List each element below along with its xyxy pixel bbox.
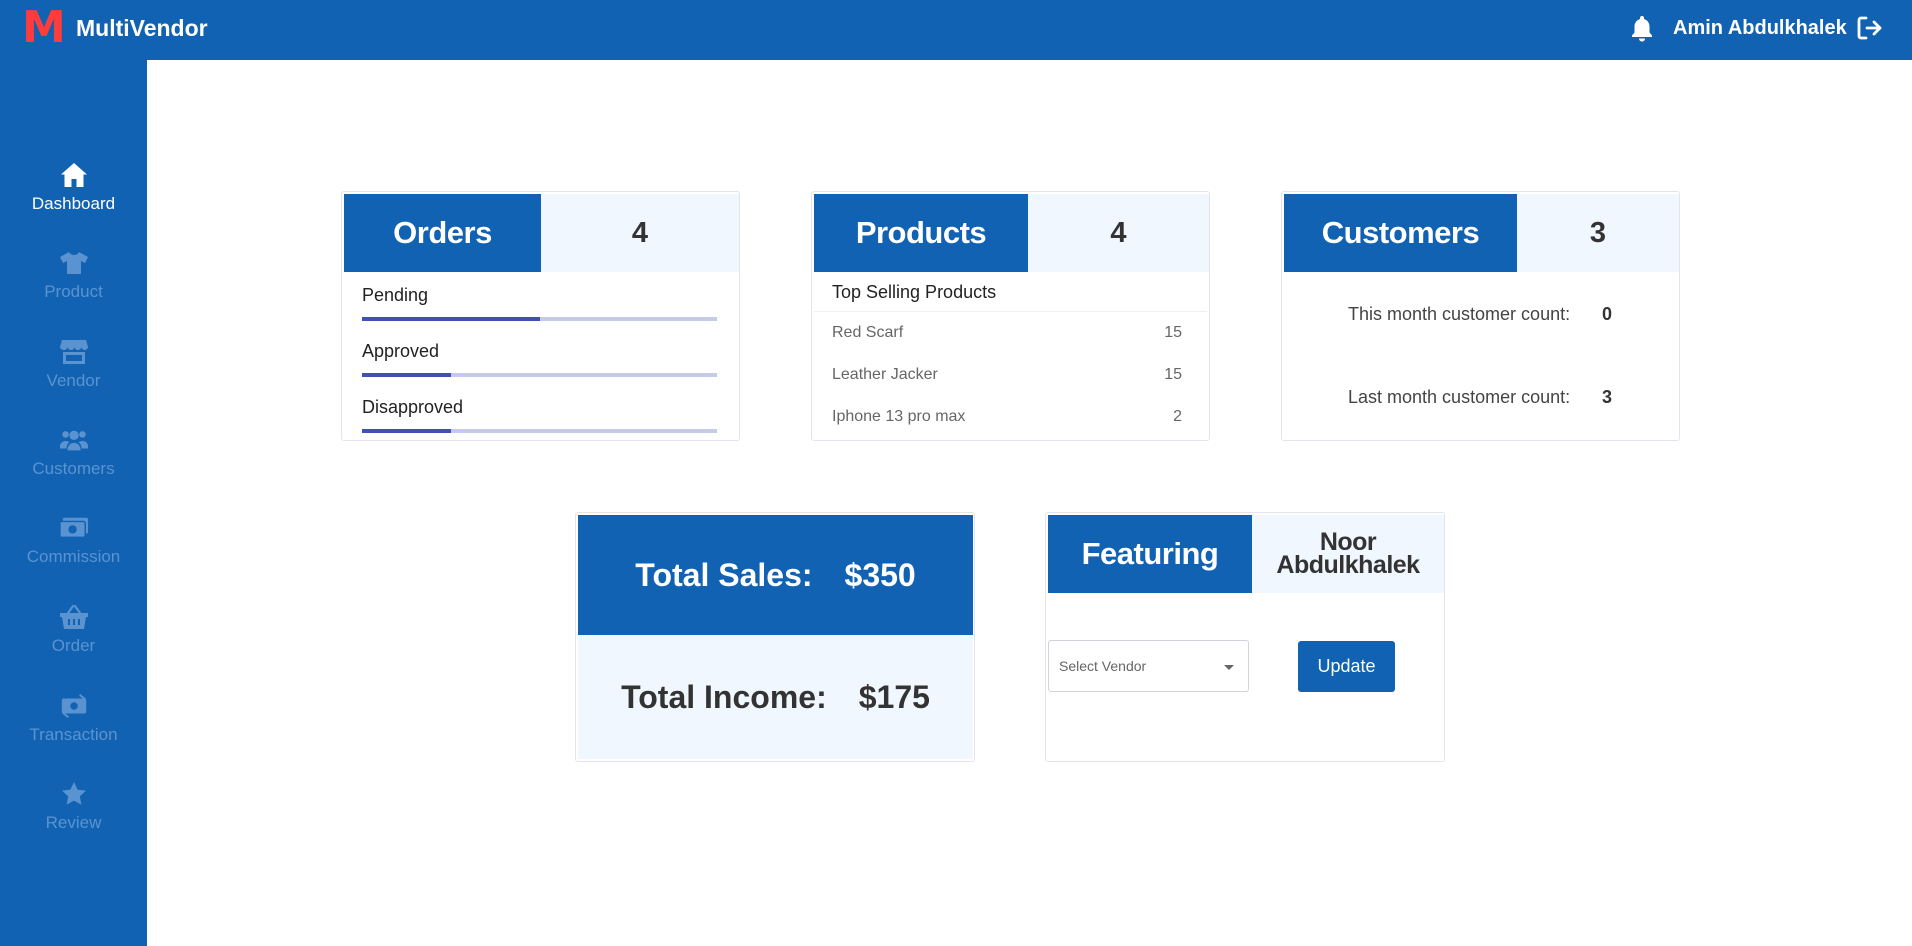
status-label: Approved xyxy=(362,341,440,361)
divider xyxy=(814,311,1207,312)
home-icon xyxy=(59,160,89,190)
total-income: Total Income: $175 xyxy=(578,635,973,759)
product-qty: 2 xyxy=(1173,408,1182,425)
sidebar-item-label: Commission xyxy=(26,547,121,566)
money-icon xyxy=(58,513,89,543)
sidebar-item-transaction[interactable]: Transaction xyxy=(0,691,147,767)
list-item: Iphone 13 pro max 2 xyxy=(832,408,1182,426)
orders-title: Orders xyxy=(344,194,541,272)
total-income-value: $175 xyxy=(858,678,930,715)
featuring-card-header: Featuring Noor Abdulkhalek xyxy=(1048,515,1444,593)
sidebar-item-label: Transaction xyxy=(29,725,118,744)
user-name[interactable]: Amin Abdulkhalek xyxy=(1673,17,1847,40)
this-month-value: 0 xyxy=(1602,304,1613,324)
sidebar-item-label: Review xyxy=(45,813,102,832)
status-progress-track xyxy=(362,429,717,433)
status-progress-fill xyxy=(362,429,451,433)
orders-card-header: Orders 4 xyxy=(344,194,739,272)
status-progress-track xyxy=(362,373,717,377)
this-month-label: This month customer count: xyxy=(1348,304,1571,324)
sidebar-item-dashboard[interactable]: Dashboard xyxy=(0,160,147,236)
product-name: Leather Jacker xyxy=(832,366,938,383)
product-qty: 15 xyxy=(1164,366,1182,383)
basket-icon xyxy=(59,602,89,632)
total-sales-label: Total Sales: xyxy=(635,556,813,593)
bell-icon[interactable] xyxy=(1629,14,1655,42)
money-transfer-icon xyxy=(59,691,89,721)
featuring-card: Featuring Noor Abdulkhalek Select Vendor… xyxy=(1045,512,1445,762)
top-bar: M MultiVendor Amin Abdulkhalek xyxy=(0,0,1912,60)
status-progress-fill xyxy=(362,317,540,321)
sidebar-item-review[interactable]: Review xyxy=(0,779,147,855)
logo[interactable]: M xyxy=(22,6,66,50)
orders-count: 4 xyxy=(541,194,739,272)
status-progress-fill xyxy=(362,373,451,377)
top-selling-title: Top Selling Products xyxy=(832,282,997,302)
sales-card: Total Sales: $350 Total Income: $175 xyxy=(575,512,975,762)
caret-down-icon xyxy=(1224,665,1234,670)
order-status-approved: Approved xyxy=(362,341,717,377)
total-sales-value: $350 xyxy=(844,556,916,593)
sidebar-item-label: Customers xyxy=(32,459,115,478)
brand-name[interactable]: MultiVendor xyxy=(76,15,208,42)
order-status-pending: Pending xyxy=(362,285,717,321)
update-button[interactable]: Update xyxy=(1298,641,1395,692)
status-label: Pending xyxy=(362,285,429,305)
select-vendor-placeholder: Select Vendor xyxy=(1059,658,1147,674)
sidebar-item-product[interactable]: Product xyxy=(0,248,147,324)
customers-card: Customers 3 This month customer count: 0… xyxy=(1281,191,1680,441)
product-name: Red Scarf xyxy=(832,324,904,341)
status-progress-track xyxy=(362,317,717,321)
customers-card-header: Customers 3 xyxy=(1284,194,1679,272)
orders-card: Orders 4 Pending Approved Disapproved xyxy=(341,191,740,441)
sidebar: Dashboard Product Vendor Customers Commi… xyxy=(0,60,147,946)
store-icon xyxy=(59,337,89,367)
sidebar-item-label: Dashboard xyxy=(31,194,116,213)
products-card: Products 4 Top Selling Products Red Scar… xyxy=(811,191,1210,441)
sidebar-item-customers[interactable]: Customers xyxy=(0,425,147,501)
product-qty: 15 xyxy=(1164,324,1182,341)
products-count: 4 xyxy=(1028,194,1209,272)
products-card-header: Products 4 xyxy=(814,194,1209,272)
sidebar-item-vendor[interactable]: Vendor xyxy=(0,337,147,413)
users-icon xyxy=(59,425,89,455)
sidebar-item-label: Product xyxy=(44,282,103,301)
total-sales: Total Sales: $350 xyxy=(578,515,973,635)
tshirt-icon xyxy=(59,248,89,278)
last-month-value: 3 xyxy=(1602,387,1613,407)
customers-count: 3 xyxy=(1517,194,1679,272)
sidebar-item-label: Vendor xyxy=(46,371,101,390)
order-status-disapproved: Disapproved xyxy=(362,397,717,433)
sidebar-item-label: Order xyxy=(51,636,96,655)
status-label: Disapproved xyxy=(362,397,464,417)
last-month-label: Last month customer count: xyxy=(1348,387,1571,407)
sidebar-item-order[interactable]: Order xyxy=(0,602,147,678)
featured-vendor-name: Noor Abdulkhalek xyxy=(1252,515,1444,593)
star-icon xyxy=(59,779,89,809)
list-item: Leather Jacker 15 xyxy=(832,366,1182,384)
products-title: Products xyxy=(814,194,1028,272)
customers-title: Customers xyxy=(1284,194,1517,272)
product-name: Iphone 13 pro max xyxy=(832,408,966,425)
featuring-title: Featuring xyxy=(1048,515,1252,593)
select-vendor-dropdown[interactable]: Select Vendor xyxy=(1048,640,1249,692)
sidebar-item-commission[interactable]: Commission xyxy=(0,513,147,589)
total-income-label: Total Income: xyxy=(621,678,827,715)
logout-icon[interactable] xyxy=(1855,14,1883,42)
list-item: Red Scarf 15 xyxy=(832,324,1182,342)
